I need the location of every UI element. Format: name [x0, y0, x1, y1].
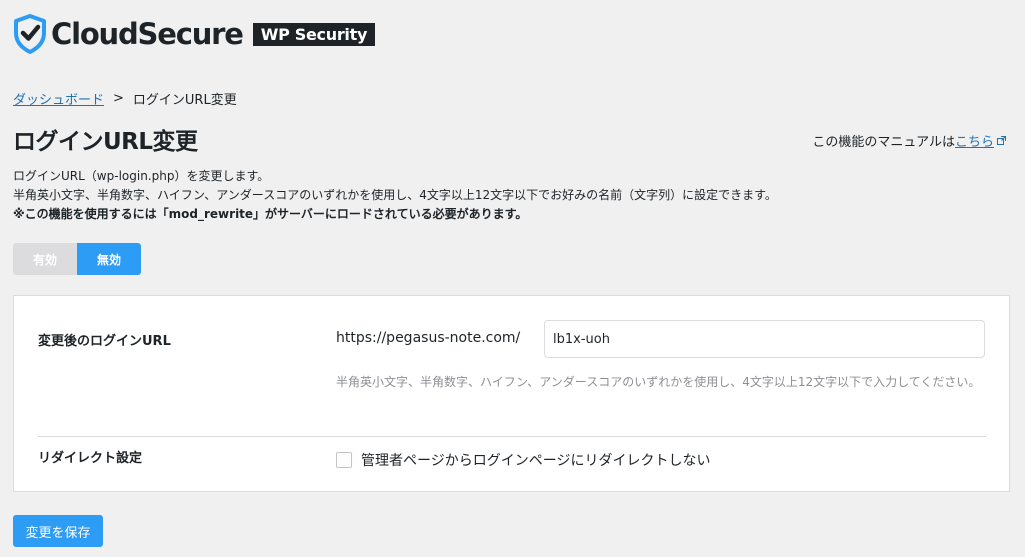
manual-link[interactable]: こちら [955, 131, 994, 150]
login-url-hint: 半角英小文字、半角数字、ハイフン、アンダースコアのいずれかを使用し、4文字以上1… [336, 375, 981, 389]
login-url-prefix: https://pegasus-note.com/ [336, 330, 521, 346]
breadcrumb-dashboard-link[interactable]: ダッシュボード [13, 89, 104, 108]
manual-link-row: この機能のマニュアルは こちら [812, 131, 1006, 150]
redirect-label: リダイレクト設定 [38, 451, 143, 466]
manual-prefix: この機能のマニュアルは [812, 135, 955, 150]
brand-badge: WP Security [252, 22, 376, 46]
description-line-2: 半角英小文字、半角数字、ハイフン、アンダースコアのいずれかを使用し、4文字以上1… [13, 188, 777, 202]
save-button[interactable]: 変更を保存 [13, 515, 103, 547]
redirect-checkbox[interactable] [336, 452, 352, 468]
login-url-input[interactable] [544, 320, 985, 358]
breadcrumb-separator: > [113, 91, 124, 106]
enable-button[interactable]: 有効 [13, 243, 77, 275]
settings-panel: 変更後のログインURL https://pegasus-note.com/ 半角… [13, 295, 1010, 492]
feature-toggle: 有効 無効 [13, 243, 141, 275]
external-link-icon [997, 136, 1006, 145]
description-note: ※この機能を使用するには「mod_rewrite」がサーバーにロードされている必… [13, 207, 528, 221]
disable-button[interactable]: 無効 [77, 243, 141, 275]
shield-check-icon [14, 14, 46, 54]
row-divider [38, 436, 986, 437]
page-title: ログインURL変更 [13, 129, 198, 155]
login-url-label: 変更後のログインURL [38, 334, 171, 349]
breadcrumb-current: ログインURL変更 [132, 93, 237, 108]
redirect-option: 管理者ページからログインページにリダイレクトしない [336, 450, 710, 470]
brand-logo: CloudSecure WP Security [13, 14, 376, 54]
description: ログインURL（wp-login.php）を変更します。 半角英小文字、半角数字… [13, 167, 777, 224]
breadcrumb: ダッシュボード > ログインURL変更 [13, 89, 237, 108]
brand-name: CloudSecure [51, 17, 244, 51]
description-line-1: ログインURL（wp-login.php）を変更します。 [13, 169, 270, 183]
redirect-checkbox-label[interactable]: 管理者ページからログインページにリダイレクトしない [361, 450, 710, 470]
